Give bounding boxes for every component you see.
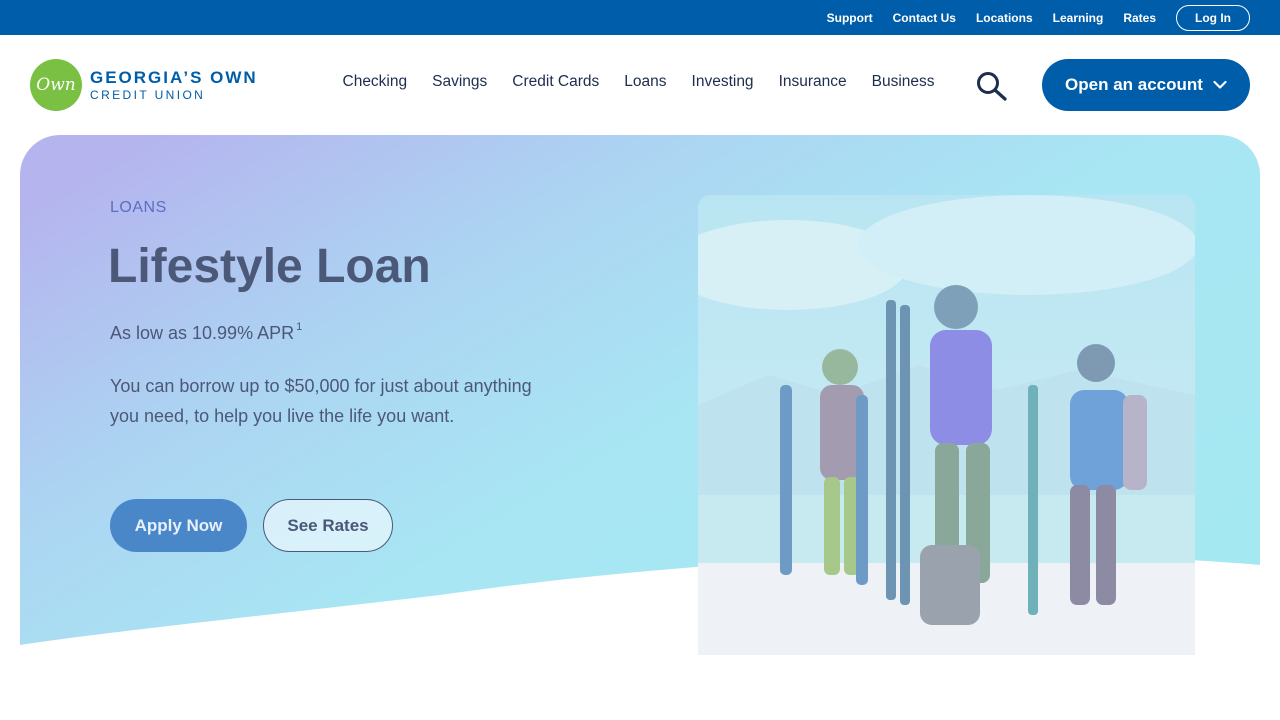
site-logo[interactable]: Own GEORGIA’S OWN CREDIT UNION	[30, 59, 258, 111]
rate-footnote-marker[interactable]: 1	[296, 321, 302, 333]
see-rates-button[interactable]: See Rates	[263, 499, 393, 552]
page-title: Lifestyle Loan	[108, 240, 431, 293]
logo-name-line2: CREDIT UNION	[90, 88, 206, 102]
nav-item-credit-cards[interactable]: Credit Cards	[512, 73, 599, 91]
log-in-button[interactable]: Log In	[1176, 4, 1250, 31]
search-button[interactable]	[976, 71, 1008, 101]
nav-item-investing[interactable]: Investing	[692, 73, 754, 91]
main-nav: Checking Savings Credit Cards Loans Inve…	[330, 73, 947, 91]
logo-name-line1: GEORGIA’S OWN	[90, 68, 258, 87]
open-account-label: Open an account	[1065, 75, 1203, 94]
logo-mark: Own	[30, 59, 82, 111]
utility-link-contact-us[interactable]: Contact Us	[893, 11, 956, 25]
utility-link-rates[interactable]: Rates	[1123, 11, 1156, 25]
nav-item-loans[interactable]: Loans	[624, 73, 666, 91]
utility-link-support[interactable]: Support	[827, 11, 873, 25]
family-skiing-illustration	[698, 195, 1195, 655]
chevron-down-icon	[1213, 80, 1227, 89]
hero-description: You can borrow up to $50,000 for just ab…	[110, 376, 532, 426]
search-icon	[977, 72, 1007, 101]
hero-rate: As low as 10.99% APR 1	[110, 321, 302, 344]
hero-eyebrow: LOANS	[110, 199, 167, 216]
nav-item-business[interactable]: Business	[872, 73, 935, 91]
nav-item-checking[interactable]: Checking	[343, 73, 408, 91]
utility-link-locations[interactable]: Locations	[976, 11, 1033, 25]
utility-link-learning[interactable]: Learning	[1053, 11, 1104, 25]
site-header: Own GEORGIA’S OWN CREDIT UNION Checking …	[0, 35, 1280, 135]
nav-item-insurance[interactable]: Insurance	[779, 73, 847, 91]
nav-item-savings[interactable]: Savings	[432, 73, 487, 91]
hero-photo	[698, 195, 1195, 655]
hero-banner: LOANS Lifestyle Loan As low as 10.99% AP…	[20, 135, 1260, 655]
logo-wordmark: GEORGIA’S OWN CREDIT UNION	[90, 69, 258, 101]
apply-now-button[interactable]: Apply Now	[110, 499, 247, 552]
open-account-button[interactable]: Open an account	[1042, 59, 1250, 111]
hero-rate-text: As low as 10.99% APR	[110, 323, 295, 343]
utility-bar: Support Contact Us Locations Learning Ra…	[0, 0, 1280, 35]
